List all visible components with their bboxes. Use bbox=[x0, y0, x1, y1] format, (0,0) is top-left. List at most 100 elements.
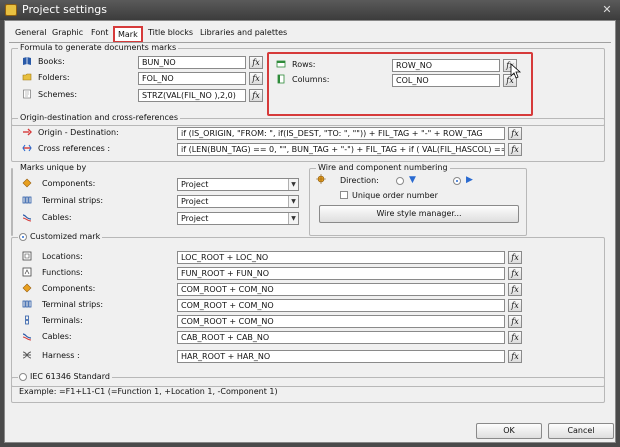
books-field[interactable]: BUN_NO bbox=[138, 56, 246, 69]
books-label: Books: bbox=[38, 57, 65, 66]
locations-field[interactable]: LOC_ROOT + LOC_NO bbox=[177, 251, 505, 264]
direction-right-radio[interactable] bbox=[453, 177, 461, 185]
functions-label: Functions: bbox=[42, 268, 83, 277]
schemes-fx-button[interactable]: fx bbox=[249, 89, 263, 102]
marks-unique-by-group-title: Marks unique by bbox=[18, 163, 89, 172]
tab-title-blocks[interactable]: Title blocks bbox=[148, 28, 193, 42]
arrow-right-icon: ▶ bbox=[466, 175, 473, 185]
close-icon[interactable]: ✕ bbox=[600, 3, 614, 17]
origin-destination-group: Origin-destination and cross-references … bbox=[11, 113, 605, 162]
unique-order-label: Unique order number bbox=[352, 191, 438, 200]
direction-label: Direction: bbox=[340, 176, 379, 185]
unique-terminal-strips-value: Project bbox=[181, 197, 209, 206]
folder-icon bbox=[22, 73, 32, 81]
tab-general[interactable]: General bbox=[15, 28, 47, 42]
cables-field[interactable]: CAB_ROOT + CAB_NO bbox=[177, 331, 505, 344]
unique-terminal-strips-label: Terminal strips: bbox=[42, 196, 104, 205]
ok-button[interactable]: OK bbox=[476, 423, 542, 439]
customized-mark-radio[interactable] bbox=[19, 233, 27, 241]
customized-mark-group: Customized mark Locations: LOC_ROOT + LO… bbox=[11, 232, 605, 387]
terminal-strips-field[interactable]: COM_ROOT + COM_NO bbox=[177, 299, 505, 312]
schemes-label: Schemes: bbox=[38, 90, 78, 99]
mouse-cursor-icon bbox=[510, 63, 522, 79]
function-icon bbox=[22, 267, 32, 277]
terminal-strip-icon bbox=[22, 196, 32, 204]
harness-label: Harness : bbox=[42, 351, 80, 360]
terminal-icon bbox=[25, 315, 29, 325]
tab-font[interactable]: Font bbox=[91, 28, 108, 42]
unique-terminal-strips-select[interactable]: Project ▼ bbox=[177, 195, 299, 208]
cross-references-fx-button[interactable]: fx bbox=[508, 143, 522, 156]
cancel-button[interactable]: Cancel bbox=[548, 423, 614, 439]
columns-label: Columns: bbox=[292, 75, 330, 84]
columns-icon bbox=[277, 74, 285, 84]
terminal-strips-label: Terminal strips: bbox=[42, 300, 104, 309]
unique-components-label: Components: bbox=[42, 179, 96, 188]
marks-unique-by-group: Marks unique by Components: Project ▼ Ter… bbox=[11, 163, 299, 236]
rows-icon bbox=[276, 60, 286, 68]
iec-standard-group-title: IEC 61346 Standard bbox=[18, 372, 112, 381]
unique-cables-value: Project bbox=[181, 214, 209, 223]
origin-destination-icon bbox=[23, 128, 32, 136]
books-fx-button[interactable]: fx bbox=[249, 56, 263, 69]
tab-mark[interactable]: Mark bbox=[113, 26, 143, 43]
origin-destination-group-title: Origin-destination and cross-references bbox=[18, 113, 181, 122]
components-fx-button[interactable]: fx bbox=[508, 283, 522, 296]
folders-label: Folders: bbox=[38, 73, 70, 82]
terminals-fx-button[interactable]: fx bbox=[508, 315, 522, 328]
cables-fx-button[interactable]: fx bbox=[508, 331, 522, 344]
harness-field[interactable]: HAR_ROOT + HAR_NO bbox=[177, 350, 505, 363]
locations-label: Locations: bbox=[42, 252, 83, 261]
columns-field[interactable]: COL_NO bbox=[392, 74, 500, 87]
terminals-label: Terminals: bbox=[42, 316, 83, 325]
title-bar: Project settings ✕ bbox=[0, 0, 620, 20]
locations-fx-button[interactable]: fx bbox=[508, 251, 522, 264]
cable-icon bbox=[22, 214, 32, 222]
functions-field[interactable]: FUN_ROOT + FUN_NO bbox=[177, 267, 505, 280]
terminals-field[interactable]: COM_ROOT + COM_NO bbox=[177, 315, 505, 328]
cross-reference-icon bbox=[22, 144, 32, 152]
component-icon bbox=[22, 178, 32, 188]
wire-numbering-group-title: Wire and component numbering bbox=[316, 163, 450, 172]
origin-destination-fx-button[interactable]: fx bbox=[508, 127, 522, 140]
wire-numbering-group: Wire and component numbering Direction: … bbox=[309, 163, 527, 236]
rows-label: Rows: bbox=[292, 60, 316, 69]
unique-components-value: Project bbox=[181, 180, 209, 189]
folders-fx-button[interactable]: fx bbox=[249, 72, 263, 85]
terminal-strip-icon bbox=[22, 300, 32, 308]
dialog-body: General Graphic Font Mark Title blocks L… bbox=[4, 20, 616, 443]
cross-references-label: Cross references : bbox=[38, 144, 111, 153]
app-icon bbox=[5, 4, 17, 16]
unique-cables-label: Cables: bbox=[42, 213, 72, 222]
direction-down-radio[interactable] bbox=[396, 177, 404, 185]
wire-style-manager-button[interactable]: Wire style manager... bbox=[319, 205, 519, 223]
iec-example-text: Example: =F1+L1-C1 (=Function 1, +Locati… bbox=[19, 387, 278, 396]
components-label: Components: bbox=[42, 284, 96, 293]
unique-components-select[interactable]: Project ▼ bbox=[177, 178, 299, 191]
chevron-down-icon: ▼ bbox=[288, 213, 298, 224]
unique-cables-select[interactable]: Project ▼ bbox=[177, 212, 299, 225]
unique-order-checkbox[interactable] bbox=[340, 191, 348, 199]
book-icon bbox=[23, 57, 31, 65]
components-field[interactable]: COM_ROOT + COM_NO bbox=[177, 283, 505, 296]
iec-standard-radio[interactable] bbox=[19, 373, 27, 381]
arrow-down-icon: ▼ bbox=[409, 175, 416, 185]
project-settings-window: Project settings ✕ General Graphic Font … bbox=[0, 0, 620, 447]
rows-field[interactable]: ROW_NO bbox=[392, 59, 500, 72]
tab-libraries-and-palettes[interactable]: Libraries and palettes bbox=[200, 28, 287, 42]
scheme-icon bbox=[23, 89, 31, 99]
chevron-down-icon: ▼ bbox=[288, 196, 298, 207]
schemes-field[interactable]: STRZ(VAL(FIL_NO ),2,0) bbox=[138, 89, 246, 102]
functions-fx-button[interactable]: fx bbox=[508, 267, 522, 280]
harness-icon bbox=[22, 351, 32, 359]
origin-destination-field[interactable]: if (IS_ORIGIN, "FROM: ", if(IS_DEST, "TO… bbox=[177, 127, 505, 140]
location-icon bbox=[22, 251, 32, 261]
customized-mark-group-title: Customized mark bbox=[18, 232, 103, 241]
folders-field[interactable]: FOL_NO bbox=[138, 72, 246, 85]
tab-graphic[interactable]: Graphic bbox=[52, 28, 83, 42]
iec-standard-group: IEC 61346 Standard Example: =F1+L1-C1 (=… bbox=[11, 372, 605, 403]
cross-references-field[interactable]: if (LEN(BUN_TAG) == 0, "", BUN_TAG + "-"… bbox=[177, 143, 505, 156]
harness-fx-button[interactable]: fx bbox=[508, 350, 522, 363]
cables-label: Cables: bbox=[42, 332, 72, 341]
terminal-strips-fx-button[interactable]: fx bbox=[508, 299, 522, 312]
